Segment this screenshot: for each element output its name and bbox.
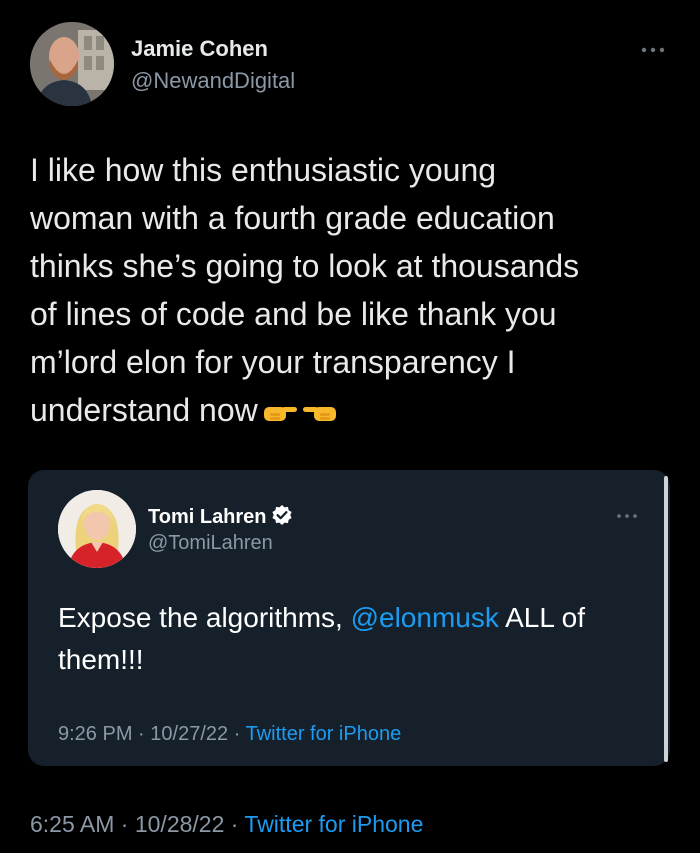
verified-badge-icon bbox=[271, 504, 293, 532]
more-options-icon[interactable] bbox=[638, 40, 668, 60]
quoted-tweet-text: Expose the algorithms, @elonmusk ALL of … bbox=[58, 597, 648, 681]
mention-link[interactable]: @elonmusk bbox=[351, 602, 499, 633]
author-name[interactable]: Jamie Cohen bbox=[131, 36, 268, 62]
tweet-text-line: of lines of code and be like thank you bbox=[30, 296, 557, 332]
separator: · bbox=[120, 811, 129, 837]
quoted-author-name[interactable]: Tomi Lahren bbox=[148, 504, 293, 532]
quoted-text-before: Expose the algorithms, bbox=[58, 602, 351, 633]
tweet-date[interactable]: 10/28/22 bbox=[135, 811, 225, 837]
separator: · bbox=[138, 723, 145, 745]
separator: · bbox=[230, 811, 239, 837]
tweet-text-line: thinks she’s going to look at thousands bbox=[30, 248, 580, 284]
quoted-tweet-time[interactable]: 9:26 PM bbox=[58, 723, 132, 745]
quoted-tweet-source-link[interactable]: Twitter for iPhone bbox=[246, 723, 402, 745]
quoted-tweet-meta: 9:26 PM · 10/27/22 · Twitter for iPhone bbox=[58, 722, 401, 746]
quoted-author-name-label: Tomi Lahren bbox=[148, 506, 267, 528]
profile-photo-icon bbox=[30, 22, 114, 106]
pointing-left-emoji-icon bbox=[302, 388, 338, 436]
quoted-tweet-date[interactable]: 10/27/22 bbox=[150, 723, 228, 745]
quoted-author-handle[interactable]: @TomiLahren bbox=[148, 531, 273, 555]
tweet-text-line: m’lord elon for your transparency I bbox=[30, 344, 516, 380]
tweet-source-link[interactable]: Twitter for iPhone bbox=[244, 811, 423, 837]
more-options-icon[interactable] bbox=[614, 508, 640, 524]
author-avatar[interactable] bbox=[30, 22, 114, 106]
pointing-right-emoji-icon bbox=[262, 388, 298, 436]
separator: · bbox=[233, 723, 241, 745]
profile-photo-icon bbox=[58, 490, 136, 568]
quoted-author-avatar[interactable] bbox=[58, 490, 136, 568]
tweet-text-line: woman with a fourth grade education bbox=[30, 200, 555, 236]
tweet-text-line: I like how this enthusiastic young bbox=[30, 152, 497, 188]
tweet-meta: 6:25 AM · 10/28/22 · Twitter for iPhone bbox=[30, 810, 423, 838]
tweet-text: I like how this enthusiastic young woman… bbox=[30, 146, 670, 436]
quote-card-scrollbar bbox=[664, 476, 668, 762]
tweet-time[interactable]: 6:25 AM bbox=[30, 811, 114, 837]
author-handle[interactable]: @NewandDigital bbox=[131, 68, 295, 94]
tweet-text-line: understand now bbox=[30, 392, 258, 428]
